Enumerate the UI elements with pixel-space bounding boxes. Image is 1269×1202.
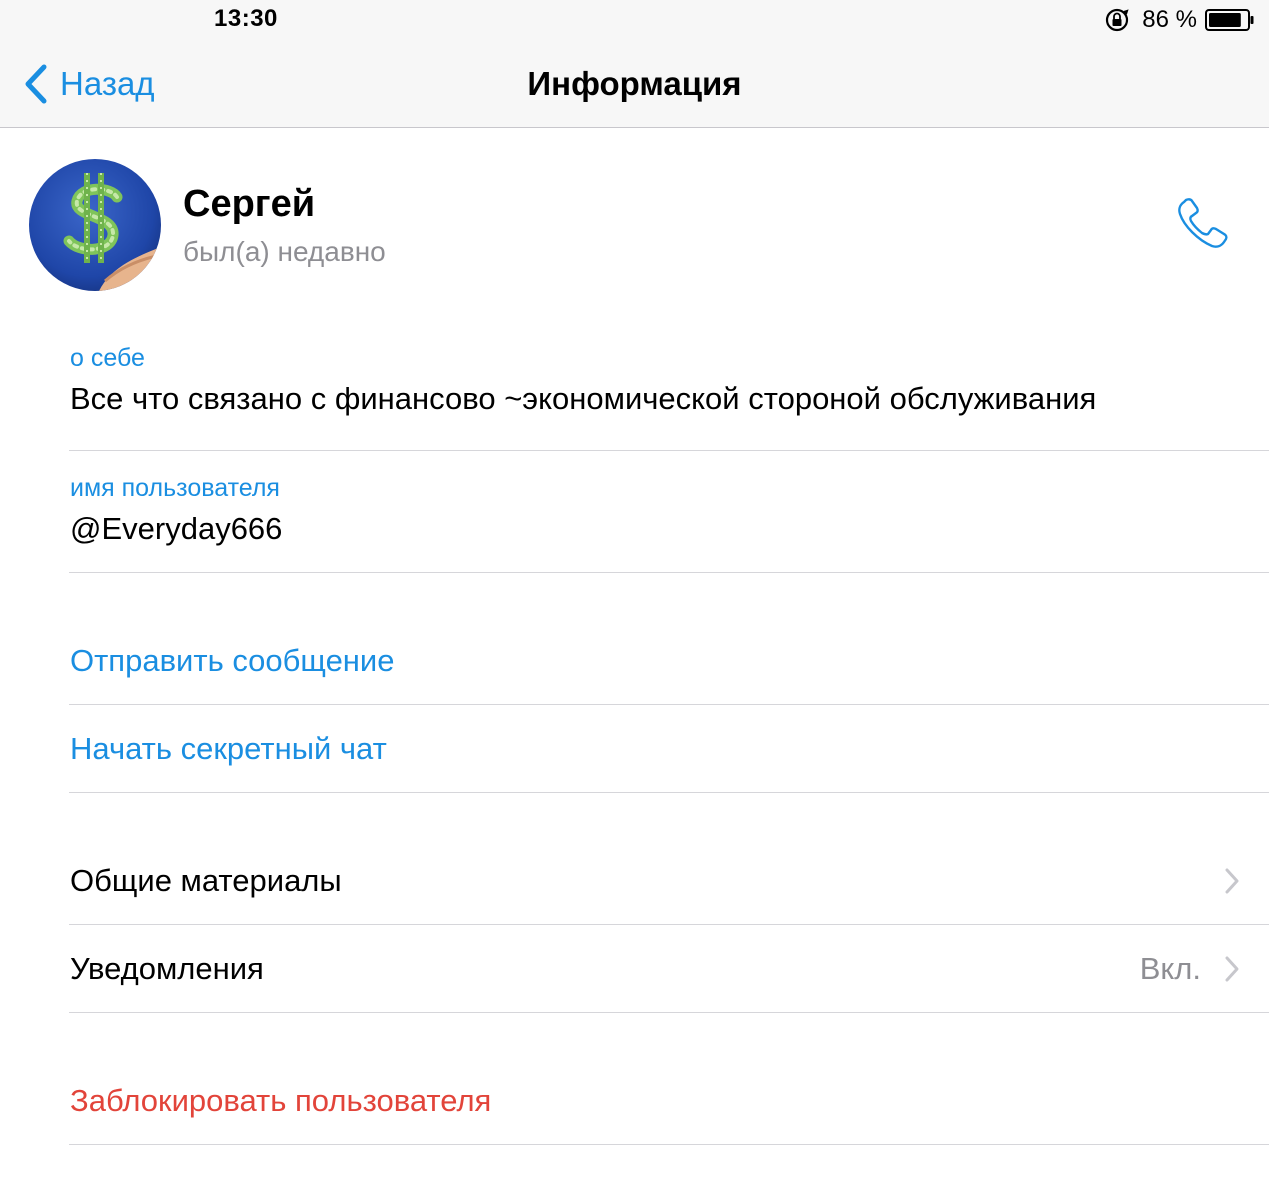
shared-media-row[interactable]: Общие материалы [0, 838, 1269, 924]
send-message-label: Отправить сообщение [70, 643, 395, 678]
username-value[interactable]: @Everyday666 [70, 511, 282, 547]
phone-icon[interactable] [1174, 196, 1230, 252]
secret-chat-label: Начать секретный чат [70, 731, 387, 766]
avatar-image [29, 159, 161, 291]
notifications-label: Уведомления [70, 951, 264, 986]
divider [69, 924, 1269, 925]
orientation-lock-icon [1106, 8, 1129, 32]
block-user-label: Заблокировать пользователя [70, 1083, 492, 1118]
page-title: Информация [527, 65, 742, 102]
profile-header: Сергей был(а) недавно [0, 128, 1269, 328]
about-label: о себе [70, 344, 145, 372]
divider [69, 572, 1269, 573]
divider [69, 704, 1269, 705]
username-section: имя пользователя @Everyday666 [70, 474, 282, 547]
chevron-right-icon [1225, 956, 1239, 982]
divider [69, 792, 1269, 793]
battery-icon [1205, 9, 1254, 31]
username-label: имя пользователя [70, 474, 280, 502]
divider [69, 1012, 1269, 1013]
status-time: 13:30 [214, 5, 278, 32]
secret-chat-button[interactable]: Начать секретный чат [0, 706, 1269, 792]
chevron-right-icon [1225, 868, 1239, 894]
about-text: Все что связано с финансово ~экономическ… [70, 381, 1097, 416]
notifications-row[interactable]: Уведомления Вкл. [0, 926, 1269, 1012]
navigation-bar: 13:30 86 % Назад Информация [0, 0, 1269, 128]
about-section: о себе Все что связано с финансово ~экон… [70, 344, 1096, 417]
last-seen-status: был(а) недавно [183, 236, 386, 267]
notifications-value: Вкл. [1139, 951, 1201, 986]
block-user-button[interactable]: Заблокировать пользователя [0, 1058, 1269, 1144]
divider [69, 1144, 1269, 1145]
battery-percent: 86 % [1142, 6, 1197, 33]
profile-name: Сергей [183, 183, 316, 225]
shared-media-label: Общие материалы [70, 863, 342, 898]
avatar[interactable] [29, 159, 161, 291]
status-indicators: 86 % [1104, 6, 1255, 34]
divider [69, 450, 1269, 451]
send-message-button[interactable]: Отправить сообщение [0, 618, 1269, 704]
